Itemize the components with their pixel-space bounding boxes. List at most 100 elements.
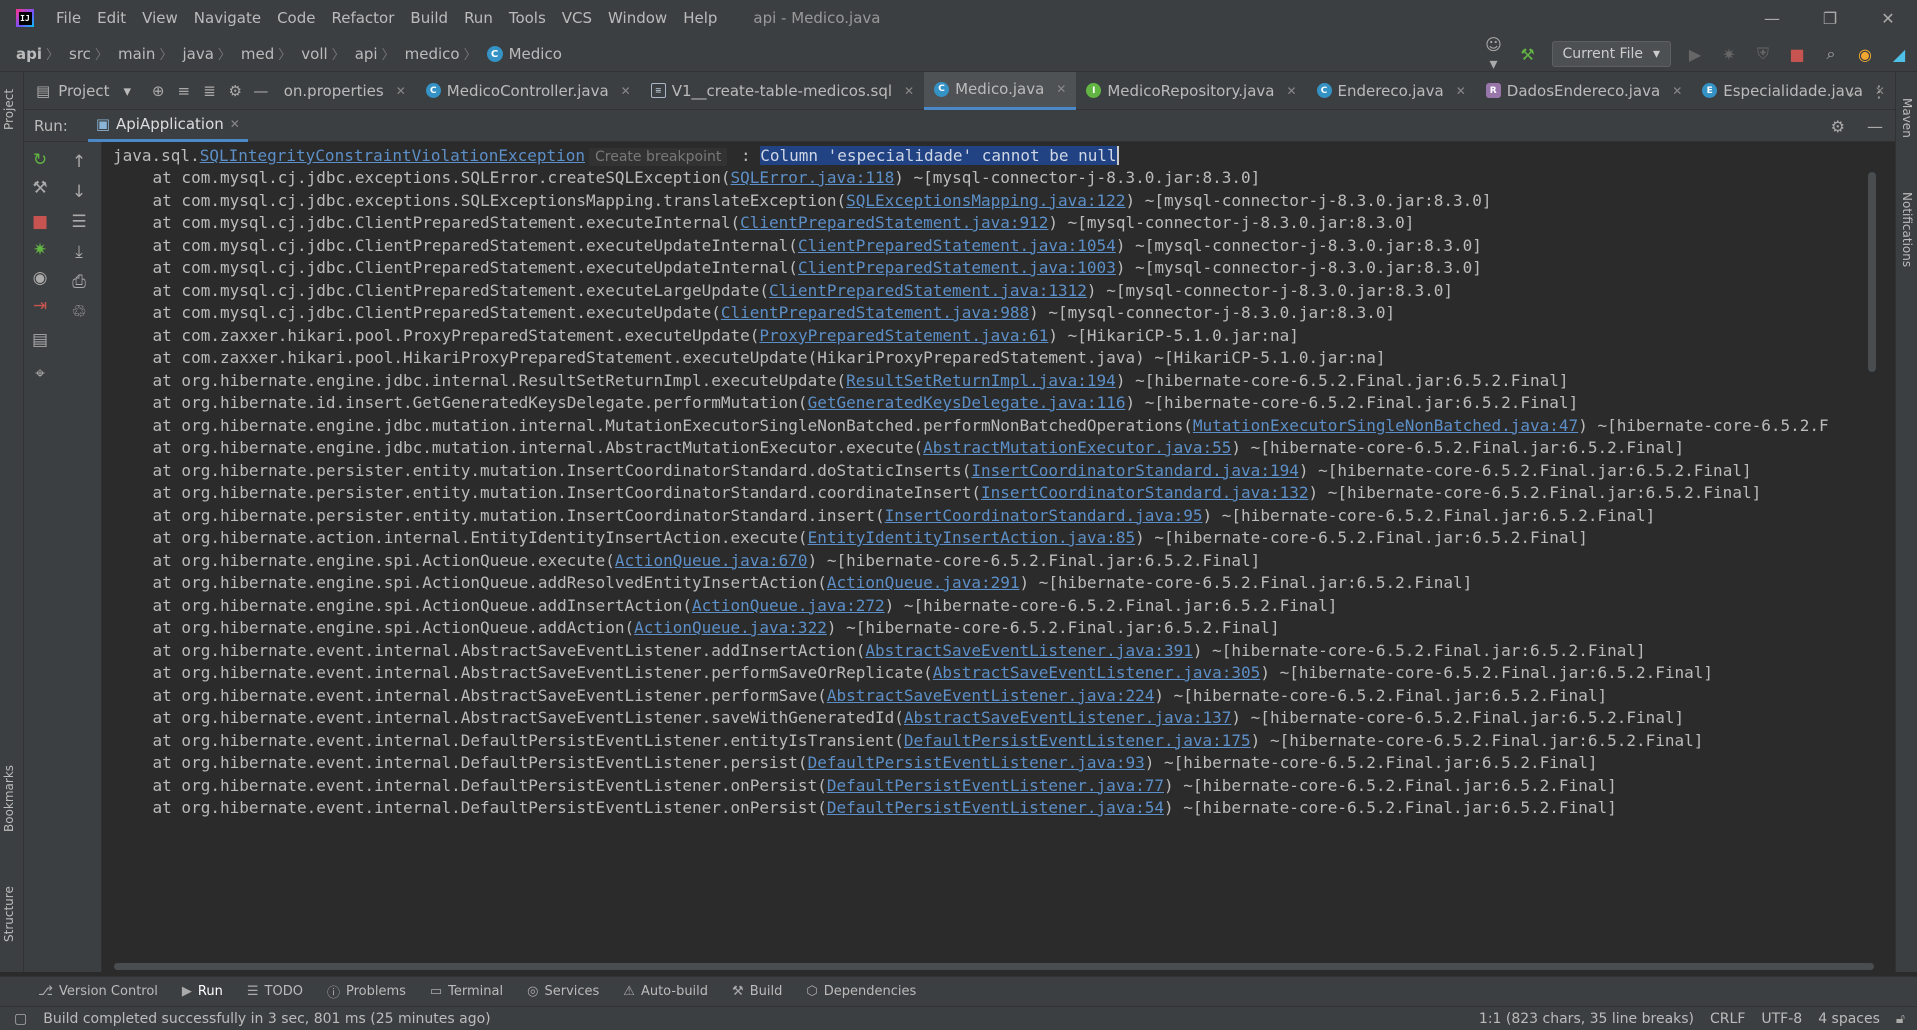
source-link[interactable]: ActionQueue.java:272: [692, 596, 885, 615]
menu-tools[interactable]: Tools: [501, 0, 554, 36]
run-icon[interactable]: ▶: [1685, 45, 1705, 64]
camera-icon[interactable]: ◉: [24, 268, 56, 288]
source-link[interactable]: ClientPreparedStatement.java:988: [721, 303, 1029, 322]
menu-help[interactable]: Help: [675, 0, 725, 36]
source-link[interactable]: ClientPreparedStatement.java:1312: [769, 281, 1087, 300]
print-icon[interactable]: ⎙: [56, 272, 102, 292]
hide-icon[interactable]: —: [1867, 117, 1883, 136]
breadcrumb-item[interactable]: java: [172, 45, 217, 63]
auto-build-tool[interactable]: ⚠ Auto-build: [623, 984, 708, 999]
breadcrumb-item[interactable]: src: [59, 45, 95, 63]
update-icon[interactable]: ◉: [1855, 45, 1875, 64]
hammer-icon[interactable]: ⚒: [1518, 45, 1538, 64]
source-link[interactable]: ActionQueue.java:322: [634, 618, 827, 637]
breadcrumb-item[interactable]: med: [231, 45, 278, 63]
bookmarks-side-tab[interactable]: Bookmarks: [2, 765, 16, 832]
source-link[interactable]: AbstractSaveEventListener.java:224: [827, 686, 1155, 705]
stop-icon[interactable]: ■: [1787, 45, 1807, 64]
tab-application-properties[interactable]: on.properties ✕: [274, 72, 416, 110]
tab-endereco[interactable]: C Endereco.java ✕: [1307, 72, 1476, 110]
close-icon[interactable]: ✕: [230, 117, 240, 131]
source-link[interactable]: DefaultPersistEventListener.java:77: [827, 776, 1164, 795]
menu-file[interactable]: File: [48, 0, 89, 36]
layout-toggle-icon[interactable]: ▢: [14, 1011, 27, 1027]
close-icon[interactable]: ✕: [1056, 82, 1066, 96]
source-link[interactable]: SQLExceptionsMapping.java:122: [846, 191, 1125, 210]
problems-tool[interactable]: ⓘ Problems: [327, 982, 406, 1001]
source-link[interactable]: AbstractSaveEventListener.java:391: [865, 641, 1193, 660]
scroll-to-end-icon[interactable]: ⤓: [56, 242, 102, 262]
services-tool[interactable]: ◎ Services: [527, 984, 599, 999]
source-link[interactable]: MutationExecutorSingleNonBatched.java:47: [1193, 416, 1578, 435]
breadcrumb-item[interactable]: main: [108, 45, 159, 63]
source-link[interactable]: ActionQueue.java:291: [827, 573, 1020, 592]
tab-medico-repository[interactable]: I MedicoRepository.java ✕: [1076, 72, 1306, 110]
rerun-icon[interactable]: ↻: [24, 150, 56, 170]
menu-edit[interactable]: Edit: [89, 0, 134, 36]
more-options-icon[interactable]: ⋮: [1871, 82, 1887, 101]
source-link[interactable]: DefaultPersistEventListener.java:93: [808, 753, 1145, 772]
status-message[interactable]: Build completed successfully in 3 sec, 8…: [43, 1011, 490, 1027]
chevron-down-icon[interactable]: ⌄: [1844, 82, 1857, 101]
console-output[interactable]: java.sql.SQLIntegrityConstraintViolation…: [102, 142, 1878, 972]
source-link[interactable]: ResultSetReturnImpl.java:194: [846, 371, 1116, 390]
breadcrumb-item[interactable]: api: [345, 45, 382, 63]
breadcrumb-item[interactable]: api: [0, 45, 46, 63]
debug-icon[interactable]: ✷: [1719, 45, 1739, 64]
gear-icon[interactable]: ⚙: [1831, 117, 1845, 136]
arrow-up-icon[interactable]: ↑: [56, 152, 102, 172]
menu-view[interactable]: View: [134, 0, 186, 36]
source-link[interactable]: DefaultPersistEventListener.java:175: [904, 731, 1251, 750]
structure-side-tab[interactable]: Structure: [2, 886, 16, 942]
menu-build[interactable]: Build: [402, 0, 456, 36]
layout-icon[interactable]: ▤: [24, 330, 56, 350]
source-link[interactable]: InsertCoordinatorStandard.java:132: [981, 483, 1309, 502]
search-icon[interactable]: ⌕: [1821, 44, 1841, 64]
source-link[interactable]: GetGeneratedKeysDelegate.java:116: [808, 393, 1126, 412]
breadcrumb-item-current[interactable]: C Medico: [477, 45, 566, 63]
menu-window[interactable]: Window: [600, 0, 675, 36]
run-tool[interactable]: ▶ Run: [182, 984, 223, 999]
source-link[interactable]: ProxyPreparedStatement.java:61: [759, 326, 1048, 345]
debug-icon[interactable]: ✷: [24, 240, 56, 260]
terminal-tool[interactable]: ▭ Terminal: [430, 984, 503, 999]
notifications-side-tab[interactable]: Notifications: [1900, 192, 1914, 267]
close-icon[interactable]: ✕: [1672, 84, 1682, 98]
tab-sql-migration[interactable]: ≡ V1__create-table-medicos.sql ✕: [641, 72, 924, 110]
source-link[interactable]: ClientPreparedStatement.java:912: [740, 213, 1048, 232]
menu-refactor[interactable]: Refactor: [323, 0, 402, 36]
source-link[interactable]: DefaultPersistEventListener.java:54: [827, 798, 1164, 817]
expand-all-icon[interactable]: ≡: [171, 82, 197, 100]
lock-icon[interactable]: 🔓︎: [1896, 1011, 1905, 1027]
file-encoding[interactable]: UTF-8: [1761, 1011, 1802, 1027]
close-icon[interactable]: ✕: [396, 84, 406, 98]
maven-side-tab[interactable]: Maven: [1900, 98, 1914, 138]
line-separator[interactable]: CRLF: [1710, 1011, 1745, 1027]
source-link[interactable]: ActionQueue.java:670: [615, 551, 808, 570]
close-window-icon[interactable]: ✕: [1859, 0, 1917, 36]
jetbrains-toolbox-icon[interactable]: ◢: [1889, 45, 1909, 64]
build-tool[interactable]: ⚒ Build: [732, 984, 782, 999]
soft-wrap-icon[interactable]: ☰: [56, 212, 102, 232]
source-link[interactable]: InsertCoordinatorStandard.java:194: [971, 461, 1299, 480]
tab-medico[interactable]: C Medico.java ✕: [924, 71, 1077, 110]
arrow-down-icon[interactable]: ↓: [56, 182, 102, 202]
collapse-all-icon[interactable]: ≣: [197, 82, 223, 100]
close-icon[interactable]: ✕: [621, 84, 631, 98]
source-link[interactable]: AbstractSaveEventListener.java:137: [904, 708, 1232, 727]
project-view-selector[interactable]: ▤ Project ▾: [24, 82, 145, 100]
horizontal-scrollbar[interactable]: [114, 963, 1874, 970]
dependencies-tool[interactable]: ⬡ Dependencies: [806, 984, 916, 999]
stop-icon[interactable]: ■: [24, 212, 56, 232]
close-icon[interactable]: ✕: [1456, 84, 1466, 98]
menu-run[interactable]: Run: [456, 0, 501, 36]
target-icon[interactable]: ⊕: [145, 82, 171, 100]
breadcrumb-item[interactable]: voll: [291, 45, 331, 63]
todo-tool[interactable]: ☰ TODO: [247, 984, 303, 999]
trash-icon[interactable]: ♲: [56, 302, 102, 322]
source-link[interactable]: ClientPreparedStatement.java:1054: [798, 236, 1116, 255]
user-icon[interactable]: ☺▾: [1484, 35, 1504, 73]
tab-dados-endereco[interactable]: R DadosEndereco.java ✕: [1476, 72, 1692, 110]
source-link[interactable]: EntityIdentityInsertAction.java:85: [808, 528, 1136, 547]
source-link[interactable]: AbstractSaveEventListener.java:305: [933, 663, 1261, 682]
